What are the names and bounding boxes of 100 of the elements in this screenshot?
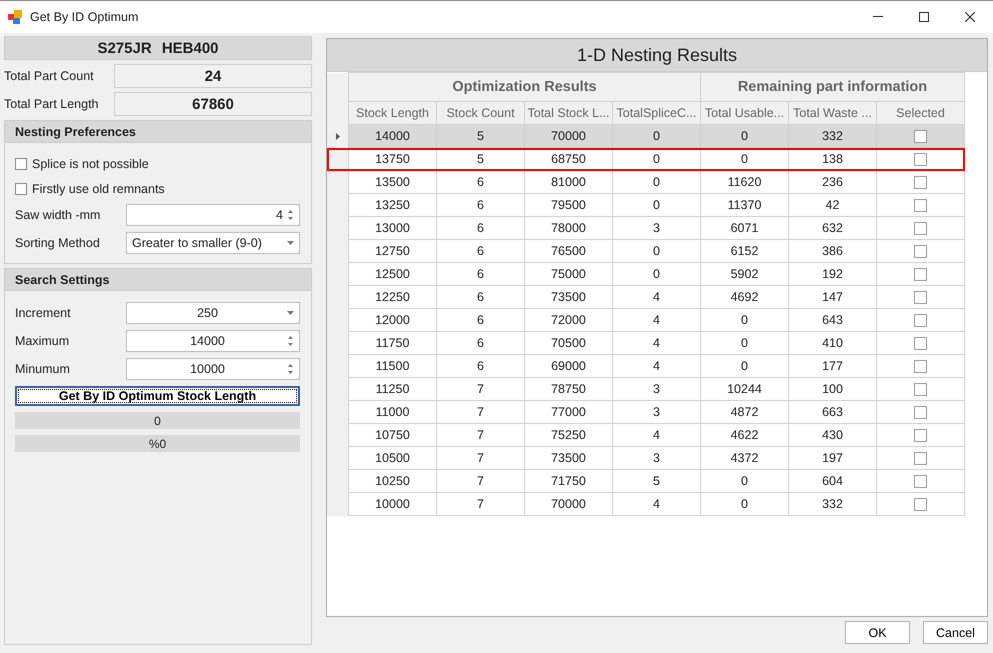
- table-row[interactable]: 12750 6 76500 0 6152 386: [327, 240, 964, 262]
- current-row-icon: [336, 133, 340, 140]
- table-row[interactable]: 12250 6 73500 4 4692 147: [327, 286, 964, 308]
- checkbox[interactable]: [914, 291, 927, 304]
- checkbox[interactable]: [914, 153, 927, 166]
- checkbox[interactable]: [914, 475, 927, 488]
- table-cell: 0: [700, 470, 788, 492]
- column-header[interactable]: Stock Length: [348, 102, 436, 124]
- table-cell: 6152: [700, 240, 788, 262]
- table-cell: 79500: [524, 194, 612, 216]
- column-header[interactable]: Total Waste ...: [788, 102, 876, 124]
- dropdown-field[interactable]: Greater to smaller (9-0): [126, 232, 300, 254]
- spinner-arrows-icon[interactable]: [287, 334, 294, 348]
- column-header[interactable]: Stock Count: [436, 102, 524, 124]
- checkbox[interactable]: [15, 158, 27, 170]
- table-cell: 7: [436, 424, 524, 446]
- table-row[interactable]: 12000 6 72000 4 0 643: [327, 308, 964, 332]
- table-cell: 75250: [524, 424, 612, 446]
- maximize-icon[interactable]: [919, 12, 929, 22]
- optimum-button[interactable]: Get By ID Optimum Stock Length: [15, 386, 300, 406]
- table-cell: 75000: [524, 262, 612, 286]
- table-cell: 4: [612, 286, 700, 308]
- table-cell: 6: [436, 262, 524, 286]
- checkbox[interactable]: [914, 130, 927, 144]
- table-cell: 7: [436, 470, 524, 492]
- checkbox[interactable]: [914, 383, 927, 396]
- table-row[interactable]: 10500 7 73500 3 4372 197: [327, 446, 964, 470]
- table-row[interactable]: 11250 7 78750 3 10244 100: [327, 378, 964, 400]
- checkbox[interactable]: [914, 199, 927, 212]
- dropdown-field[interactable]: 250: [126, 302, 300, 324]
- spinner-field[interactable]: 10000: [126, 358, 300, 380]
- table-cell: 0: [612, 262, 700, 286]
- dropdown-caret-icon[interactable]: [287, 311, 294, 315]
- checkbox[interactable]: [914, 360, 927, 374]
- table-row[interactable]: 11750 6 70500 4 0 410: [327, 332, 964, 354]
- table-cell: 12250: [348, 286, 436, 308]
- table-cell: 6: [436, 286, 524, 308]
- column-header[interactable]: Total Stock L...: [524, 102, 612, 124]
- table-cell: 430: [788, 424, 876, 446]
- counter-readout: 0: [15, 412, 300, 429]
- table-cell: 71750: [524, 470, 612, 492]
- table-row[interactable]: 13000 6 78000 3 6071 632: [327, 216, 964, 240]
- table-cell: 0: [612, 194, 700, 216]
- table-cell: 11500: [348, 354, 436, 378]
- table-row[interactable]: 14000 5 70000 0 0 332: [327, 124, 964, 148]
- table-row[interactable]: 10750 7 75250 4 4622 430: [327, 424, 964, 446]
- table-cell: 7: [436, 400, 524, 424]
- checkbox[interactable]: [914, 314, 927, 328]
- checkbox[interactable]: [914, 176, 927, 190]
- table-cell: 6: [436, 240, 524, 262]
- spinner-arrows-icon[interactable]: [287, 208, 294, 222]
- table-cell: 3: [612, 216, 700, 240]
- column-header[interactable]: TotalSpliceC...: [612, 102, 700, 124]
- minimize-icon[interactable]: [873, 16, 883, 18]
- table-cell: 604: [788, 470, 876, 492]
- table-row[interactable]: 13250 6 79500 0 11370 42: [327, 194, 964, 216]
- table-cell: 10500: [348, 446, 436, 470]
- table-cell: 12000: [348, 308, 436, 332]
- table-cell: 5: [436, 124, 524, 148]
- table-cell: 10244: [700, 378, 788, 400]
- table-cell: 78750: [524, 378, 612, 400]
- checkbox[interactable]: [914, 406, 927, 420]
- checkbox[interactable]: [914, 268, 927, 282]
- table-row[interactable]: 11000 7 77000 3 4872 663: [327, 400, 964, 424]
- table-cell: 11370: [700, 194, 788, 216]
- checkbox[interactable]: [15, 182, 27, 194]
- spinner-arrows-icon[interactable]: [287, 362, 294, 376]
- window-title: Get By ID Optimum: [30, 10, 140, 24]
- table-row[interactable]: 10250 7 71750 5 0 604: [327, 470, 964, 492]
- checkbox-label[interactable]: Splice is not possible: [32, 156, 149, 170]
- spinner-field[interactable]: 4: [126, 204, 300, 226]
- dropdown-caret-icon[interactable]: [287, 241, 294, 245]
- table-cell: 7: [436, 492, 524, 516]
- checkbox[interactable]: [914, 337, 927, 350]
- checkbox[interactable]: [914, 429, 927, 442]
- table-cell: 11250: [348, 378, 436, 400]
- table-cell: 0: [612, 170, 700, 194]
- table-row[interactable]: 10000 7 70000 4 0 332: [327, 492, 964, 516]
- table-row[interactable]: 13500 6 81000 0 11620 236: [327, 170, 964, 194]
- checkbox-label[interactable]: Firstly use old remnants: [32, 182, 165, 196]
- column-header[interactable]: Total Usable...: [700, 102, 788, 124]
- checkbox[interactable]: [914, 452, 927, 466]
- dialog-button[interactable]: Cancel: [923, 621, 988, 644]
- dialog-button[interactable]: OK: [845, 621, 910, 644]
- table-cell: 10000: [348, 492, 436, 516]
- checkbox[interactable]: [914, 498, 927, 512]
- table-cell: 5902: [700, 262, 788, 286]
- spinner-field[interactable]: 14000: [126, 330, 300, 352]
- close-icon[interactable]: [965, 12, 975, 22]
- table-row[interactable]: 12500 6 75000 0 5902 192: [327, 262, 964, 286]
- column-header[interactable]: Selected: [876, 102, 964, 124]
- checkbox[interactable]: [914, 245, 927, 258]
- table-cell: 73500: [524, 286, 612, 308]
- table-cell: 6: [436, 354, 524, 378]
- profile-title: S275JR HEB400: [4, 36, 312, 60]
- table-cell: 632: [788, 216, 876, 240]
- table-cell: 0: [700, 124, 788, 148]
- table-row[interactable]: 11500 6 69000 4 0 177: [327, 354, 964, 378]
- table-cell: 6: [436, 332, 524, 354]
- checkbox[interactable]: [914, 222, 927, 236]
